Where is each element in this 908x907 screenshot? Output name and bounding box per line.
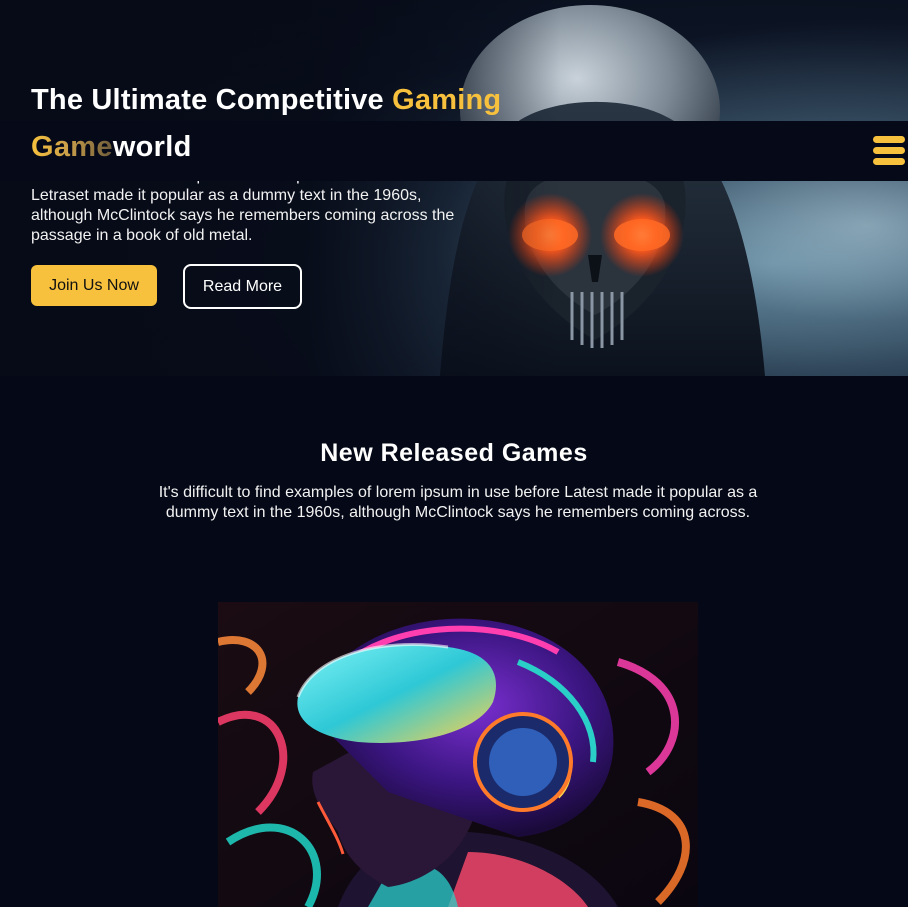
- hero-title-accent: Gaming: [392, 84, 502, 116]
- new-releases-heading: New Released Games: [320, 439, 588, 467]
- hero-title-main: The Ultimate Competitive: [31, 84, 393, 116]
- menu-bar-middle: [873, 147, 905, 154]
- join-us-now-button[interactable]: Join Us Now: [31, 265, 157, 306]
- vr-gamer-artwork: [218, 602, 698, 907]
- logo-world-text: world: [112, 131, 192, 163]
- game-card-image[interactable]: [218, 602, 698, 907]
- logo-game-text: Game: [31, 131, 113, 163]
- new-releases-description: It's difficult to find examples of lorem…: [158, 484, 758, 521]
- hero-banner: The Ultimate Competitive Gaming It's dif…: [0, 0, 908, 376]
- hero-title: The Ultimate Competitive Gaming: [31, 84, 501, 117]
- hamburger-menu-icon[interactable]: [873, 136, 905, 166]
- menu-bar-top: [873, 136, 905, 143]
- read-more-button[interactable]: Read More: [183, 264, 302, 309]
- site-logo[interactable]: Gameworld: [31, 131, 192, 164]
- menu-bar-bottom: [873, 158, 905, 165]
